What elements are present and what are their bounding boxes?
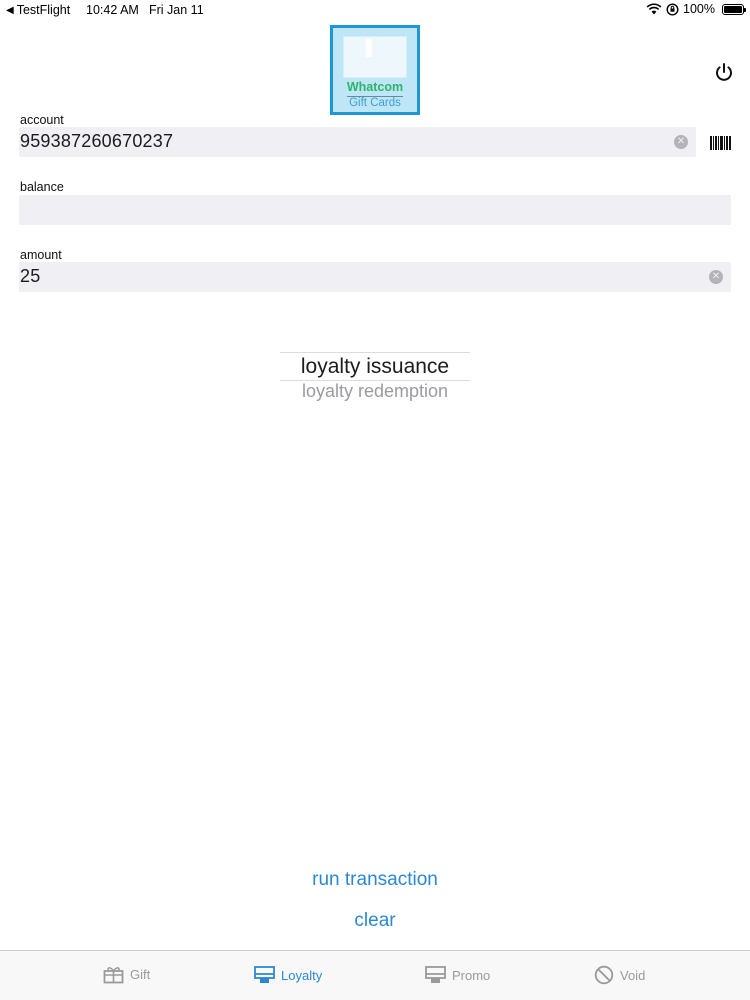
battery-icon [722, 3, 746, 15]
tab-promo-label: Promo [452, 967, 491, 983]
card-icon [425, 966, 446, 983]
prohibited-icon [594, 965, 614, 985]
logo-subtitle: Gift Cards [349, 97, 401, 109]
clear-account-icon[interactable]: ✕ [674, 135, 688, 149]
account-label: account [20, 113, 64, 127]
amount-field[interactable]: 25 ✕ [19, 262, 731, 292]
status-bar: ◀ TestFlight 10:42 AM Fri Jan 11 100% [0, 0, 750, 20]
back-app-label: TestFlight [16, 3, 71, 17]
battery-percent: 100% [683, 2, 715, 16]
gift-icon [103, 967, 124, 984]
back-to-app[interactable]: ◀ TestFlight [6, 3, 70, 17]
power-icon[interactable] [712, 60, 736, 84]
balance-field[interactable] [19, 195, 731, 225]
logo-card-graphic [343, 36, 407, 78]
picker-next-option[interactable]: loyalty redemption [280, 381, 470, 402]
balance-label: balance [20, 180, 64, 194]
tab-promo[interactable]: Promo [425, 965, 490, 985]
tab-gift-label: Gift [130, 967, 151, 982]
account-field[interactable]: 959387260670237 ✕ [19, 127, 696, 157]
orientation-lock-icon [666, 2, 679, 16]
run-transaction-button[interactable]: run transaction [0, 869, 750, 891]
account-value: 959387260670237 [20, 131, 174, 151]
status-time: 10:42 AM [86, 3, 139, 17]
tab-gift[interactable]: Gift [103, 965, 150, 984]
whatcom-logo: Whatcom Gift Cards [330, 25, 420, 115]
tab-loyalty[interactable]: Loyalty [254, 965, 322, 985]
picker-selected-option[interactable]: loyalty issuance [280, 355, 470, 379]
amount-label: amount [20, 248, 62, 262]
logo-title: Whatcom [346, 80, 404, 94]
tab-bar: Gift Loyalty Promo Void [0, 950, 750, 1000]
tab-loyalty-label: Loyalty [281, 967, 323, 983]
clear-amount-icon[interactable]: ✕ [709, 270, 723, 284]
card-icon [254, 966, 275, 983]
clear-button[interactable]: clear [0, 910, 750, 932]
back-arrow-icon: ◀ [6, 4, 14, 16]
tab-void[interactable]: Void [594, 965, 645, 985]
tab-void-label: Void [620, 967, 646, 983]
barcode-scan-icon[interactable] [710, 136, 731, 150]
amount-value: 25 [20, 266, 41, 286]
transaction-type-picker[interactable]: loyalty issuance loyalty redemption [280, 352, 470, 404]
status-date: Fri Jan 11 [149, 3, 204, 17]
wifi-icon [646, 3, 662, 15]
